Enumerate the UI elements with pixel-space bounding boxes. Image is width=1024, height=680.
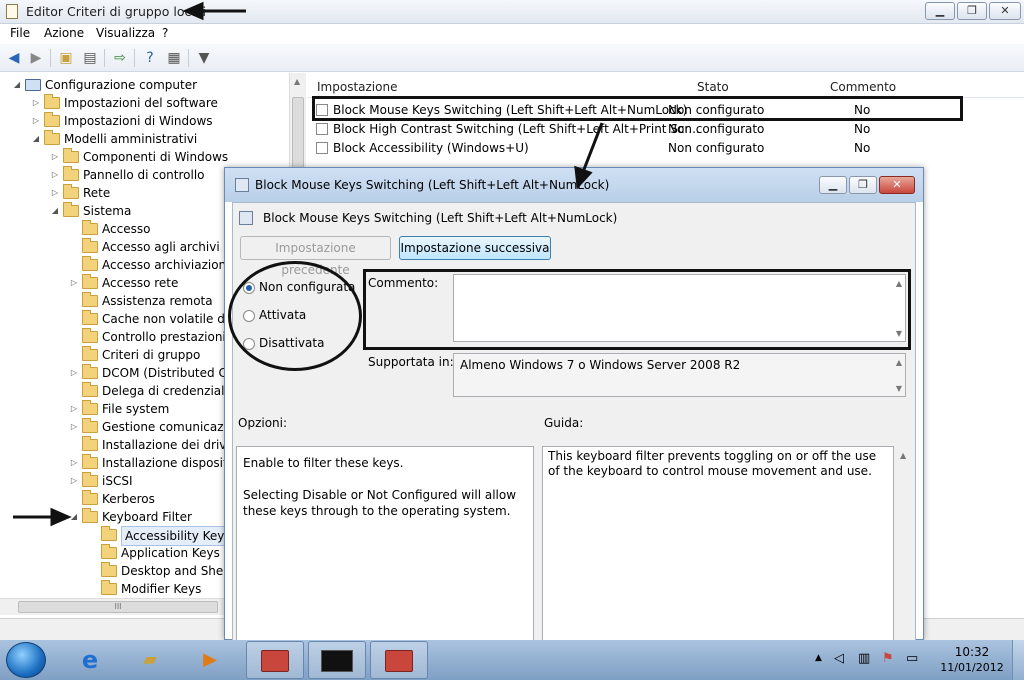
volume-icon[interactable]: ◁	[834, 651, 844, 666]
terminal-icon	[321, 650, 353, 672]
media-player-icon[interactable]: ▶	[188, 644, 232, 676]
arrow-head	[50, 507, 72, 527]
arrow-head	[574, 165, 593, 190]
toolbox-icon	[385, 650, 413, 672]
taskbar: e ▰ ▶ ▲ ◁ ▥ ⚑ ▭	[0, 640, 1024, 680]
taskbar-policy-dialog[interactable]	[370, 641, 428, 679]
start-button[interactable]	[6, 642, 46, 678]
network-icon[interactable]: ▥	[858, 651, 870, 666]
arrow-head	[182, 1, 204, 21]
display-icon[interactable]: ▭	[906, 651, 918, 666]
internet-explorer-icon[interactable]: e	[68, 644, 112, 676]
clock-date[interactable]: 11/01/2012	[940, 661, 1004, 674]
show-desktop-button[interactable]	[1012, 640, 1024, 680]
annotation-arrows	[13, 1, 604, 527]
taskbar-policy-editor[interactable]	[246, 641, 304, 679]
toolbox-icon	[261, 650, 289, 672]
arrow-to-dialog	[581, 122, 604, 173]
action-center-icon[interactable]: ⚑	[882, 651, 894, 666]
taskbar-command-prompt[interactable]	[308, 641, 366, 679]
file-explorer-icon[interactable]: ▰	[128, 644, 172, 676]
tray-expand-icon[interactable]: ▲	[815, 653, 822, 663]
clock-time[interactable]: 10:32	[952, 645, 992, 659]
